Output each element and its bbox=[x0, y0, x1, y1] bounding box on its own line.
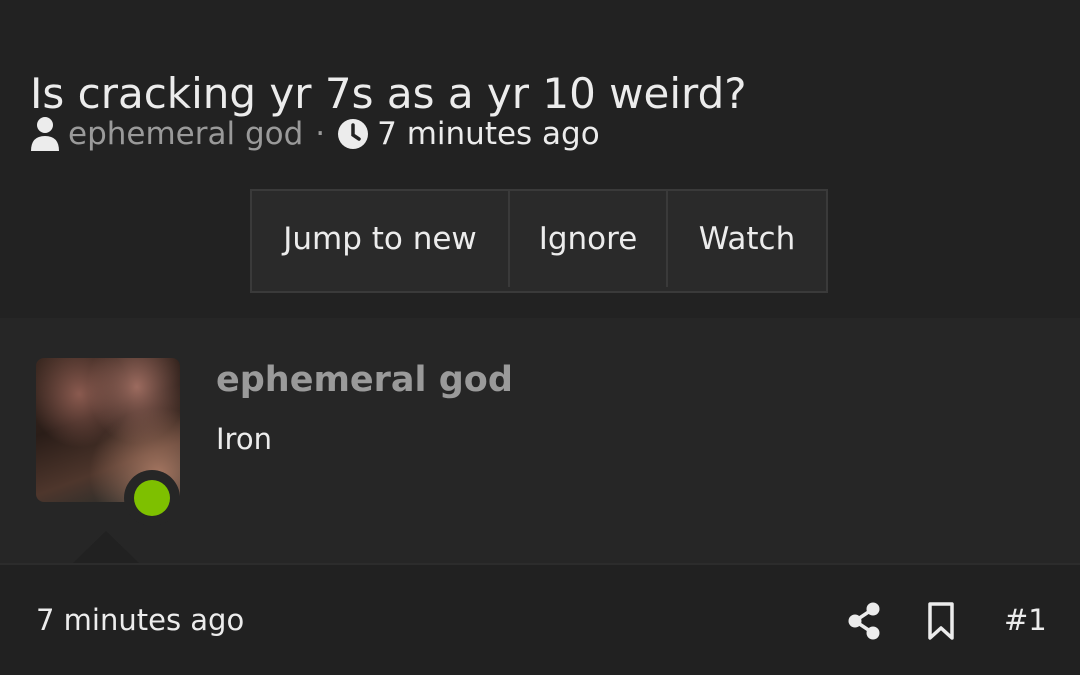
post-time[interactable]: 7 minutes ago bbox=[36, 603, 244, 637]
post-pointer-arrow bbox=[72, 531, 140, 564]
watch-button[interactable]: Watch bbox=[666, 191, 826, 287]
thread-page: Is cracking yr 7s as a yr 10 weird? ephe… bbox=[0, 0, 1080, 675]
thread-actions: Jump to new Ignore Watch bbox=[250, 189, 828, 293]
post-author[interactable]: ephemeral god bbox=[216, 360, 513, 400]
thread-time[interactable]: 7 minutes ago bbox=[377, 116, 600, 152]
ignore-button[interactable]: Ignore bbox=[508, 191, 666, 287]
meta-separator: · bbox=[315, 116, 326, 152]
post: ephemeral god Iron bbox=[0, 318, 1080, 563]
share-icon[interactable] bbox=[846, 601, 882, 641]
online-status-icon bbox=[134, 480, 170, 516]
post-number-link[interactable]: #1 bbox=[1004, 603, 1047, 637]
thread-meta: ephemeral god · 7 minutes ago bbox=[30, 112, 600, 156]
post-footer: 7 minutes ago #1 bbox=[0, 563, 1080, 675]
clock-icon bbox=[337, 118, 369, 150]
jump-to-new-button[interactable]: Jump to new bbox=[252, 191, 508, 287]
post-body: Iron bbox=[216, 422, 272, 456]
user-icon bbox=[30, 116, 60, 152]
thread-header: Is cracking yr 7s as a yr 10 weird? ephe… bbox=[0, 0, 1080, 318]
thread-author-link[interactable]: ephemeral god bbox=[68, 116, 303, 152]
bookmark-icon[interactable] bbox=[926, 601, 956, 641]
